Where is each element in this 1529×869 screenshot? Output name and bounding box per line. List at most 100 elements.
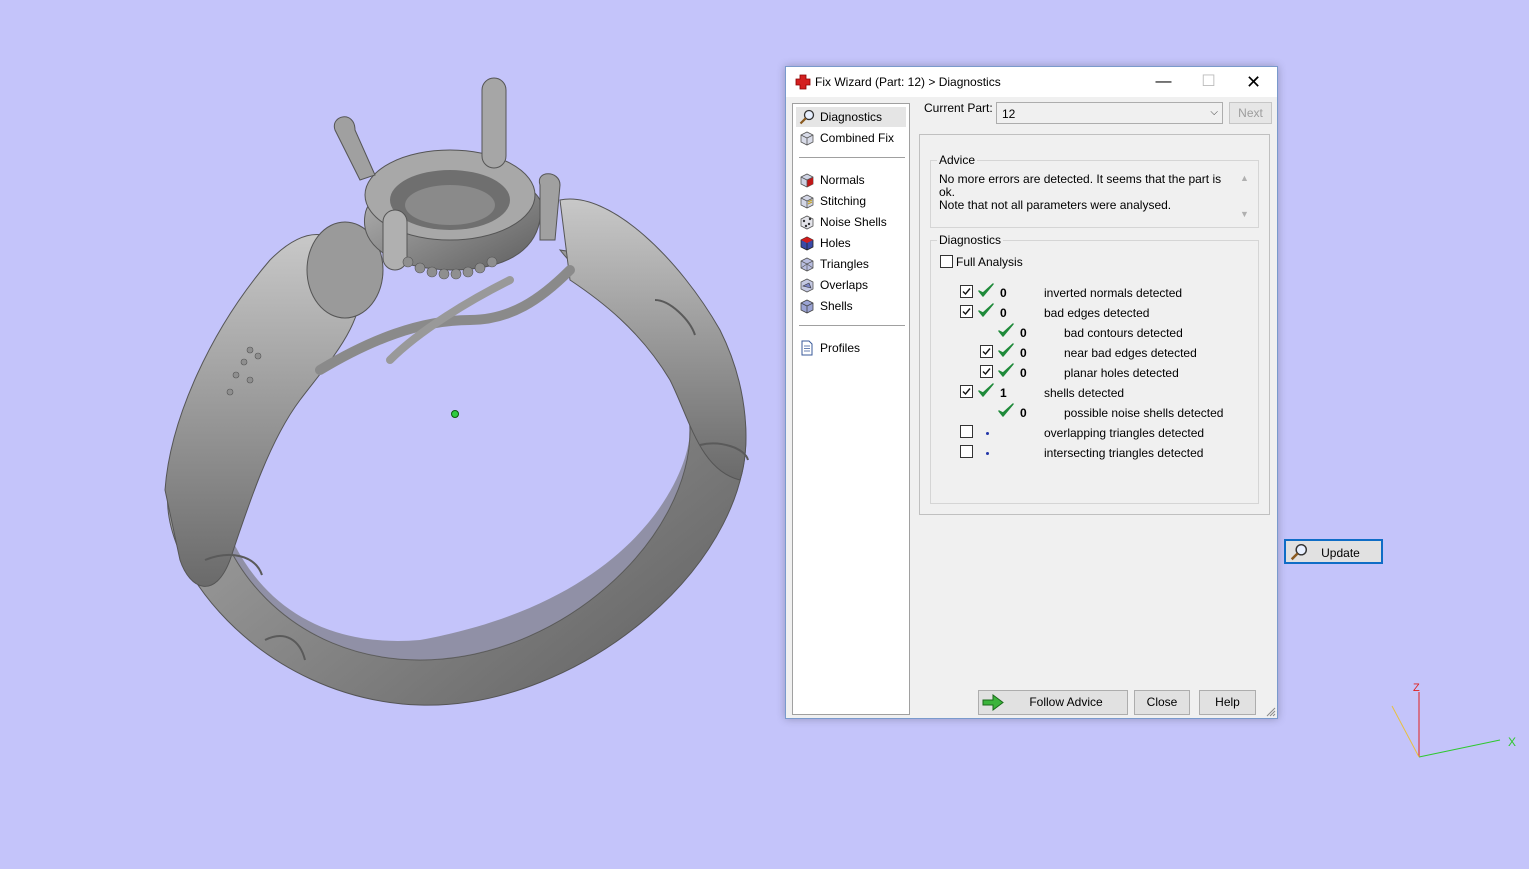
row-label: possible noise shells detected: [1064, 406, 1224, 420]
axis-z-label: Z: [1413, 682, 1420, 694]
row-checkbox[interactable]: [960, 285, 973, 298]
row-label: bad contours detected: [1064, 326, 1183, 340]
current-part-value: 12: [1002, 107, 1016, 121]
nav-item-label: Combined Fix: [820, 131, 895, 145]
overlaps-cube-icon: [800, 278, 814, 293]
nav-item-normals[interactable]: Normals: [796, 170, 906, 190]
row-label: shells detected: [1044, 386, 1125, 400]
row-label: planar holes detected: [1064, 366, 1179, 380]
scroll-down-icon[interactable]: ▼: [1240, 209, 1249, 219]
row-count: 0: [1020, 326, 1027, 340]
row-count: 0: [1020, 406, 1027, 420]
nav-item-overlaps[interactable]: Overlaps: [796, 275, 906, 295]
row-checkbox[interactable]: [960, 305, 973, 318]
row-checkbox[interactable]: [960, 385, 973, 398]
current-part-label: Current Part:: [924, 101, 993, 115]
maximize-button[interactable]: ☐: [1186, 67, 1231, 97]
wizard-nav: Diagnostics Combined Fix Normals Stitchi…: [792, 103, 910, 715]
3d-viewport[interactable]: [0, 0, 780, 869]
diagnostic-row: 0 bad edges detected: [931, 302, 1251, 322]
cube-icon: [800, 131, 814, 146]
advice-line-1: No more errors are detected. It seems th…: [939, 172, 1222, 199]
nav-divider: [799, 157, 905, 158]
nav-item-triangles[interactable]: Triangles: [796, 254, 906, 274]
nav-item-label: Triangles: [820, 257, 869, 271]
nav-item-label: Diagnostics: [820, 110, 883, 124]
nav-item-holes[interactable]: Holes: [796, 233, 906, 253]
minimize-button[interactable]: —: [1141, 67, 1186, 97]
green-check-icon: [997, 362, 1015, 380]
diagnostic-row: 0 inverted normals detected: [931, 282, 1251, 302]
row-checkbox[interactable]: [980, 345, 993, 358]
update-label: Update: [1321, 546, 1360, 560]
green-check-icon: [977, 382, 995, 400]
row-label: inverted normals detected: [1044, 286, 1183, 300]
checkmark-icon: [982, 348, 991, 356]
current-part-select[interactable]: 12 ⌵: [996, 102, 1223, 124]
green-check-icon: [997, 342, 1015, 360]
full-analysis-checkbox[interactable]: [940, 255, 953, 268]
nav-item-diagnostics[interactable]: Diagnostics: [796, 107, 906, 127]
row-count: 0: [1000, 286, 1007, 300]
fix-wizard-window: Fix Wizard (Part: 12) > Diagnostics — ☐ …: [785, 66, 1383, 719]
green-check-icon: [977, 302, 995, 320]
document-icon: [801, 340, 813, 356]
pending-dot-icon: [986, 452, 989, 455]
green-check-icon: [997, 322, 1015, 340]
nav-item-label: Overlaps: [820, 278, 869, 292]
holes-cube-icon: [800, 236, 814, 251]
close-button[interactable]: Close: [1134, 690, 1190, 715]
diagnostics-panel: Advice No more errors are detected. It s…: [919, 134, 1383, 564]
diagnostics-title: Diagnostics: [937, 233, 1004, 247]
help-button[interactable]: Help: [1199, 690, 1256, 715]
green-check-icon: [997, 402, 1015, 420]
pivot-marker: [451, 410, 459, 418]
nav-item-label: Stitching: [820, 194, 867, 208]
chevron-down-icon: ⌵: [1210, 107, 1218, 118]
diagnostic-row: intersecting triangles detected: [931, 444, 1251, 462]
diagnostic-row: 1 shells detected: [931, 382, 1251, 402]
nav-item-noise-shells[interactable]: Noise Shells: [796, 212, 906, 232]
resize-grip-icon[interactable]: [1266, 707, 1276, 717]
close-window-button[interactable]: ✕: [1231, 67, 1276, 97]
checkmark-icon: [962, 308, 971, 316]
nav-item-profiles[interactable]: Profiles: [796, 338, 906, 358]
row-checkbox[interactable]: [960, 445, 973, 458]
nav-item-combined-fix[interactable]: Combined Fix: [796, 128, 906, 148]
row-label: intersecting triangles detected: [1044, 446, 1204, 460]
checkmark-icon: [962, 288, 971, 296]
update-button[interactable]: Update: [1284, 539, 1383, 564]
checkmark-icon: [982, 368, 991, 376]
nav-item-label: Noise Shells: [820, 215, 887, 229]
row-count: 1: [1000, 386, 1007, 400]
shells-cube-icon: [800, 299, 814, 314]
row-checkbox[interactable]: [980, 365, 993, 378]
next-button[interactable]: Next: [1229, 102, 1272, 124]
advice-title: Advice: [937, 153, 978, 167]
diagnostic-row: 0 bad contours detected: [931, 322, 1251, 342]
row-label: bad edges detected: [1044, 306, 1150, 320]
row-count: 0: [1000, 306, 1007, 320]
nav-item-label: Normals: [820, 173, 865, 187]
follow-advice-label: Follow Advice: [1029, 695, 1103, 709]
nav-item-stitching[interactable]: Stitching: [796, 191, 906, 211]
axis-triad: X Z: [1391, 682, 1516, 758]
diagnostic-row: 0 near bad edges detected: [931, 342, 1251, 362]
row-checkbox[interactable]: [960, 425, 973, 438]
advice-group: Advice No more errors are detected. It s…: [930, 153, 1259, 228]
nav-item-label: Shells: [820, 299, 853, 313]
normals-cube-icon: [800, 173, 814, 188]
nav-item-shells[interactable]: Shells: [796, 296, 906, 316]
row-label: near bad edges detected: [1064, 346, 1197, 360]
diagnostic-row: 0 planar holes detected: [931, 362, 1251, 382]
row-count: 0: [1020, 366, 1027, 380]
advice-scrollbar[interactable]: ▲ ▼: [1238, 173, 1252, 219]
triangles-cube-icon: [800, 257, 814, 272]
title-bar[interactable]: Fix Wizard (Part: 12) > Diagnostics — ☐ …: [786, 67, 1277, 97]
window-title: Fix Wizard (Part: 12) > Diagnostics: [815, 75, 1001, 89]
green-check-icon: [977, 282, 995, 300]
follow-advice-button[interactable]: Follow Advice: [978, 690, 1128, 715]
scroll-up-icon[interactable]: ▲: [1240, 173, 1249, 183]
full-analysis-label: Full Analysis: [956, 255, 1023, 269]
nav-item-label: Holes: [820, 236, 851, 250]
